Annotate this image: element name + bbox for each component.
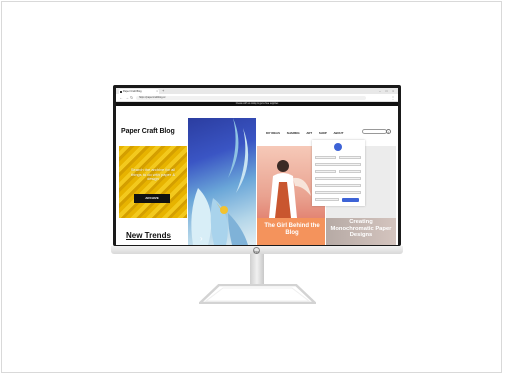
submit-button[interactable] xyxy=(342,198,359,202)
nav-item-about[interactable]: ABOUT xyxy=(333,131,343,135)
form-field[interactable] xyxy=(315,198,339,201)
form-field[interactable] xyxy=(315,163,361,166)
tab-title: Paper Craft Blog xyxy=(123,90,142,93)
form-field[interactable] xyxy=(315,170,336,173)
reload-icon[interactable]: ↻ xyxy=(130,94,133,101)
hero-text: Search the archive for all things to do … xyxy=(130,167,176,181)
nav-item-sharing[interactable]: SHARING xyxy=(287,131,300,135)
favicon-icon xyxy=(120,90,122,93)
monitor-neck xyxy=(250,254,264,286)
signup-card xyxy=(312,140,365,206)
nav-item-shop[interactable]: SHOP xyxy=(319,131,327,135)
trends-title[interactable]: New Trends xyxy=(126,232,171,240)
blue-leaves-tile xyxy=(188,118,256,245)
nav-item-art[interactable]: ART xyxy=(306,131,312,135)
form-field[interactable] xyxy=(315,156,336,159)
orange-tile-title[interactable]: The Girl Behind the Blog xyxy=(263,223,321,236)
site-logo[interactable]: Paper Craft Blog xyxy=(121,128,175,135)
leaves-illustration xyxy=(191,118,249,245)
monitor-screen: Paper Craft Blog × + – □ × ← → ↻ https:/… xyxy=(116,88,398,245)
form-field[interactable] xyxy=(339,156,361,159)
back-icon[interactable]: ← xyxy=(119,94,123,101)
form-field[interactable] xyxy=(315,177,361,180)
monitor-stand-base xyxy=(199,284,316,304)
hero-yellow-tile xyxy=(119,146,187,218)
nav-item-diy-ideas[interactable]: DIY IDEAS xyxy=(266,131,280,135)
search-icon[interactable]: ⌕ xyxy=(386,129,391,134)
forward-icon[interactable]: → xyxy=(125,94,129,101)
hp-logo-icon: hp xyxy=(253,246,260,254)
promo-bar: Create with us today & get a free suppli… xyxy=(116,102,398,106)
avatar xyxy=(334,143,342,151)
address-bar-row: ← → ↻ https://papercraftblog.cc ⋮ xyxy=(116,94,398,102)
search-input[interactable] xyxy=(362,129,387,134)
form-field[interactable] xyxy=(339,170,361,173)
browser-menu-icon[interactable]: ⋮ xyxy=(391,94,395,101)
carousel-next-icon[interactable]: › xyxy=(200,234,203,243)
grey-tile-title[interactable]: Creating Monochromatic Paper Designs xyxy=(330,219,392,239)
form-field[interactable] xyxy=(315,191,361,194)
form-field[interactable] xyxy=(315,184,361,187)
address-bar[interactable]: https://papercraftblog.cc xyxy=(136,95,366,100)
archive-button[interactable]: ARCHIVE xyxy=(134,194,170,203)
site-nav: DIY IDEAS SHARING ART SHOP ABOUT xyxy=(266,131,349,135)
